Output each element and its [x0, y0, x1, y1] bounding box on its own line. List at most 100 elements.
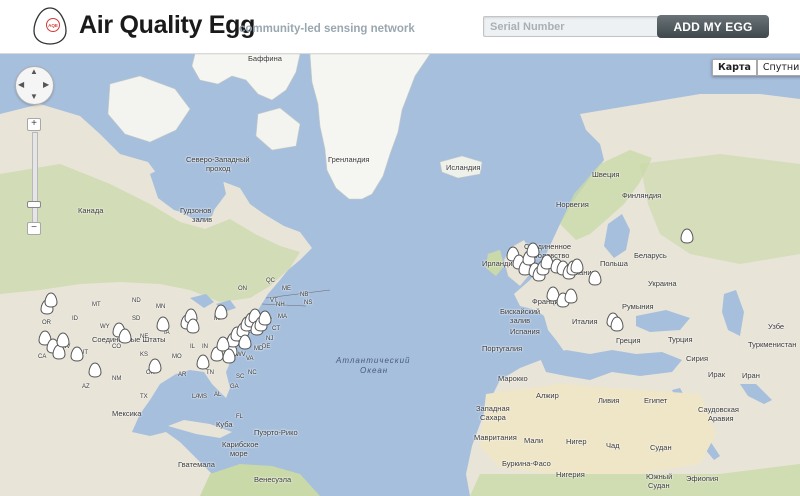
pan-up-icon[interactable]: ▲: [30, 67, 38, 76]
state-label: IL: [190, 344, 196, 350]
state-label: IN: [202, 344, 208, 350]
state-label: GA: [230, 384, 239, 390]
label-south-sudan: Южный: [646, 472, 673, 481]
label-west-sahara: Западная: [476, 404, 510, 413]
state-label: TN: [206, 370, 214, 376]
label-proliv: проход: [206, 164, 231, 173]
pan-right-icon[interactable]: ▶: [43, 80, 49, 89]
state-label: MO: [172, 354, 182, 360]
label-iran: Иран: [742, 371, 760, 380]
label-baffin: Баффина: [248, 54, 282, 63]
state-label: KS: [140, 352, 149, 358]
egg-marker-icon[interactable]: [148, 358, 162, 374]
label-west-sahara2: Сахара: [480, 413, 506, 422]
label-finland: Финляндия: [622, 191, 662, 200]
label-atlantic2: Океан: [360, 366, 389, 375]
label-cuba: Куба: [216, 420, 233, 429]
label-burkina: Буркина-Фасо: [502, 459, 551, 468]
label-ukraine: Украина: [648, 279, 677, 288]
egg-marker-icon[interactable]: [238, 334, 252, 350]
label-mexico: Мексика: [112, 409, 142, 418]
label-mali: Мали: [524, 436, 544, 445]
state-label: TX: [140, 394, 148, 400]
state-label: SD: [132, 316, 141, 322]
egg-marker-icon[interactable]: [88, 362, 102, 378]
label-egypt: Египет: [644, 396, 668, 405]
egg-marker-icon[interactable]: [214, 304, 228, 320]
map-type-satellite-button[interactable]: Спутник: [756, 59, 800, 76]
label-nw-passage: Северо-Западный: [186, 155, 250, 164]
zoom-slider-track[interactable]: [32, 132, 38, 224]
egg-marker-icon[interactable]: [70, 346, 84, 362]
label-iceland: Исландия: [446, 163, 481, 172]
zoom-slider-thumb[interactable]: [27, 201, 41, 208]
label-poland: Польша: [600, 259, 628, 268]
label-niger: Нигер: [566, 437, 587, 446]
state-label: NM: [112, 376, 122, 382]
state-label: MS: [198, 394, 207, 400]
zoom-in-button[interactable]: +: [27, 118, 41, 131]
egg-marker-icon[interactable]: [570, 258, 584, 274]
label-spain: Испания: [510, 327, 540, 336]
label-algeria: Алжир: [536, 391, 559, 400]
state-label: NS: [304, 300, 313, 306]
site-title[interactable]: Air Quality Egg: [79, 11, 255, 40]
pan-control[interactable]: ▲ ◀ ▶ ▼: [15, 66, 54, 105]
label-sudan: Судан: [650, 443, 672, 452]
egg-marker-icon[interactable]: [118, 328, 132, 344]
state-label: CA: [38, 354, 47, 360]
egg-marker-icon[interactable]: [56, 332, 70, 348]
logo-text: AQE: [48, 23, 58, 28]
label-romania: Румыния: [622, 302, 654, 311]
egg-logo-icon[interactable]: AQE: [31, 6, 69, 46]
state-label: WY: [100, 324, 110, 330]
label-caribbean2: море: [230, 449, 248, 458]
state-label: NC: [248, 370, 257, 376]
egg-marker-icon[interactable]: [258, 310, 272, 326]
state-label: CT: [272, 326, 280, 332]
egg-marker-icon[interactable]: [588, 270, 602, 286]
label-nigeria: Нигерия: [556, 470, 585, 479]
state-label: MA: [278, 314, 287, 320]
site-header: AQE Air Quality Egg community-led sensin…: [0, 0, 800, 54]
label-portugal: Португалия: [482, 344, 523, 353]
egg-marker-icon[interactable]: [526, 242, 540, 258]
map-canvas[interactable]: Карта Спутник ▲ ◀ ▶ ▼ + − Баффина Северо…: [0, 54, 800, 496]
label-syria: Сирия: [686, 354, 709, 363]
state-label: ME: [282, 286, 291, 292]
zoom-out-button[interactable]: −: [27, 222, 41, 235]
egg-marker-icon[interactable]: [186, 318, 200, 334]
label-hudson: Гудзонов: [180, 206, 212, 215]
state-label: CO: [112, 344, 121, 350]
serial-number-input[interactable]: [483, 16, 679, 37]
label-greece: Греция: [616, 336, 641, 345]
label-turkey: Турция: [668, 335, 693, 344]
label-venezuela: Венесуэла: [254, 475, 292, 484]
label-norway: Норвегия: [556, 200, 589, 209]
egg-marker-icon[interactable]: [196, 354, 210, 370]
state-label: ID: [72, 316, 78, 322]
label-mauritania: Мавритания: [474, 433, 517, 442]
state-label: ND: [132, 298, 141, 304]
map-base-layer: [0, 54, 800, 496]
state-label: NH: [276, 302, 285, 308]
state-label: VA: [246, 356, 254, 362]
pan-left-icon[interactable]: ◀: [18, 80, 24, 89]
map-type-map-button[interactable]: Карта: [712, 59, 757, 76]
state-label: AL: [214, 392, 222, 398]
egg-marker-icon[interactable]: [680, 228, 694, 244]
egg-marker-icon[interactable]: [564, 288, 578, 304]
egg-marker-icon[interactable]: [610, 316, 624, 332]
add-my-egg-button[interactable]: ADD MY EGG: [657, 15, 769, 38]
state-label: ON: [238, 286, 247, 292]
label-guatemala: Гватемала: [178, 460, 215, 469]
egg-marker-icon[interactable]: [156, 316, 170, 332]
state-label: AR: [178, 372, 187, 378]
state-label: NB: [300, 292, 309, 298]
state-label: AZ: [82, 384, 90, 390]
label-iraq: Ирак: [708, 370, 726, 379]
label-south-sudan2: Судан: [648, 481, 670, 490]
egg-marker-icon[interactable]: [44, 292, 58, 308]
pan-down-icon[interactable]: ▼: [30, 92, 38, 101]
egg-marker-icon[interactable]: [222, 348, 236, 364]
